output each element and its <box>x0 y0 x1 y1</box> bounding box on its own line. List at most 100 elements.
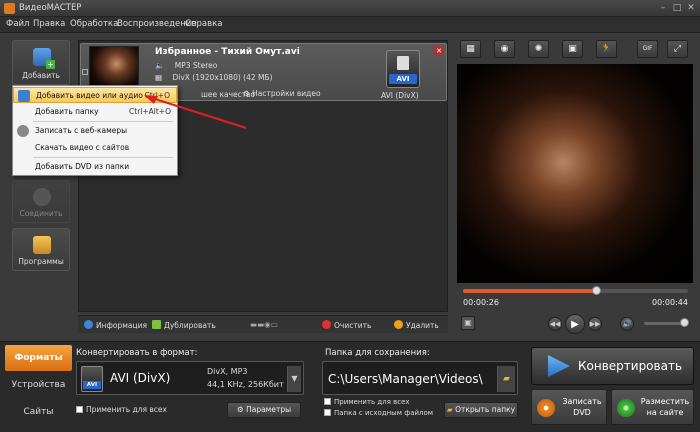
programs-icon <box>33 236 51 254</box>
audio-text: MP3 Stereo <box>174 61 218 70</box>
dd-item-label: Добавить папку <box>35 107 99 116</box>
programs-button[interactable]: Программы <box>12 228 70 271</box>
seek-handle[interactable] <box>591 286 601 295</box>
publish-label: Разместить на сайте <box>640 397 690 417</box>
clear-label: Очистить <box>334 321 372 330</box>
format-name: AVI (DivX) <box>110 371 171 385</box>
annotation-arrow <box>144 95 247 129</box>
video-text: DivX (1920x1080) (42 МБ) <box>172 73 273 82</box>
video-plus-icon <box>18 90 30 102</box>
menu-file[interactable]: Файл <box>6 19 29 29</box>
burn-dvd-button[interactable]: Записать DVD <box>531 389 607 425</box>
volume-icon[interactable]: 🔊 <box>620 317 634 331</box>
film-icon: ▦ <box>155 73 163 82</box>
folder-path-box[interactable]: C:\Users\Manager\Videos\ ▰ <box>322 361 518 395</box>
menu-help[interactable]: Справка <box>185 19 222 29</box>
burn-dvd-label: Записать DVD <box>562 397 602 417</box>
watermark-icon[interactable]: ▣ <box>562 40 583 58</box>
window-title: ВидеоМАСТЕР <box>19 3 82 13</box>
folder-path: C:\Users\Manager\Videos\ <box>328 372 483 386</box>
audio-info: 🔈 MP3 Stereo <box>155 61 217 70</box>
globe-icon <box>617 399 635 417</box>
file-thumbnail <box>89 46 139 90</box>
file-checkbox[interactable] <box>82 69 88 75</box>
publish-button[interactable]: Разместить на сайте <box>611 389 694 425</box>
volume-handle[interactable] <box>680 318 689 327</box>
duplicate-button[interactable]: Дублировать <box>152 320 216 330</box>
close-button[interactable]: ✕ <box>686 3 696 13</box>
clear-button[interactable]: Очистить <box>322 320 371 330</box>
join-icon <box>33 188 51 206</box>
preview-toolbar: ▦ ◉ ✺ ▣ 🏃 GIF ⤢ <box>457 40 693 60</box>
list-toolbar: Информация Дублировать ▬▬◉▭ Очистить Уда… <box>78 315 448 333</box>
snapshot-icon[interactable]: ▣ <box>461 316 475 330</box>
info-button[interactable]: Информация <box>84 320 147 330</box>
convert-format-label: Конвертировать в формат: <box>76 348 198 358</box>
tab-formats[interactable]: Форматы <box>5 345 72 371</box>
info-icon <box>84 320 93 329</box>
play-icon[interactable]: ▶ <box>565 314 585 334</box>
file-name: Избранное - Тихий Омут.avi <box>155 47 300 57</box>
dvd-icon <box>537 399 555 417</box>
crop-icon[interactable]: ▦ <box>460 40 481 58</box>
time-current: 00:00:26 <box>463 298 499 307</box>
open-folder-button[interactable]: ▰ Открыть папку <box>444 402 518 418</box>
delete-button[interactable]: Удалить <box>394 320 439 330</box>
tab-devices[interactable]: Устройства <box>5 372 72 398</box>
apply-all-folder-label: Применить для всех <box>334 398 410 406</box>
film-reel-icon <box>397 56 409 70</box>
params-label: Параметры <box>246 405 292 414</box>
tab-sites[interactable]: Сайты <box>5 399 72 425</box>
chevron-down-icon[interactable]: ▼ <box>287 366 301 392</box>
next-frame-icon[interactable]: ▶▶ <box>588 317 602 331</box>
format-audio: 44,1 KHz, 256Кбит <box>207 380 284 389</box>
format-codec: DivX, MP3 <box>207 367 248 376</box>
dd-add-dvd[interactable]: Добавить DVD из папки <box>13 159 177 175</box>
source-folder-option[interactable]: Папка с исходным файлом <box>324 409 433 417</box>
prev-frame-icon[interactable]: ◀◀ <box>548 317 562 331</box>
convert-button[interactable]: Конвертировать <box>531 347 694 385</box>
save-folder-label: Папка для сохранения: <box>325 348 430 358</box>
open-folder-icon: ▰ <box>446 405 453 414</box>
apply-all-folder-checkbox[interactable] <box>324 398 331 405</box>
dd-download-sites[interactable]: Скачать видео с сайтов <box>13 140 177 156</box>
video-preview <box>457 64 693 283</box>
menu-process[interactable]: Обработка <box>70 19 118 29</box>
seek-progress <box>463 289 596 293</box>
add-button[interactable]: + Добавить <box>12 40 70 85</box>
plus-icon: + <box>46 60 55 69</box>
remove-file-icon[interactable]: ✕ <box>434 46 444 56</box>
apply-all-formats[interactable]: Применить для всех <box>76 405 167 414</box>
format-badge-small: AVI <box>81 366 103 392</box>
brightness-icon[interactable]: ✺ <box>528 40 549 58</box>
delete-label: Удалить <box>406 321 439 330</box>
menu-edit[interactable]: Правка <box>33 19 65 29</box>
order-toggle-icon[interactable]: ▬▬◉▭ <box>250 320 278 329</box>
maximize-button[interactable]: □ <box>672 3 682 13</box>
programs-label: Программы <box>18 257 64 266</box>
folder-icon[interactable]: ▰ <box>497 366 515 392</box>
minimize-button[interactable]: – <box>658 3 668 13</box>
format-selector[interactable]: AVI AVI (DivX) DivX, MP3 44,1 KHz, 256Кб… <box>76 361 304 395</box>
gif-button[interactable]: GIF <box>637 40 658 58</box>
params-button[interactable]: ⚙ Параметры <box>227 402 301 418</box>
dd-item-label: Добавить видео или аудио <box>36 91 143 100</box>
effects-icon[interactable]: ◉ <box>494 40 515 58</box>
speed-icon[interactable]: 🏃 <box>596 40 617 58</box>
dd-item-label: Добавить DVD из папки <box>35 162 130 171</box>
time-total: 00:00:44 <box>652 298 688 307</box>
add-label: Добавить <box>22 71 60 80</box>
fullscreen-icon[interactable]: ⤢ <box>667 40 688 58</box>
video-settings-label: Настройки видео <box>252 89 321 98</box>
open-folder-label: Открыть папку <box>455 405 516 414</box>
dd-separator <box>33 157 173 158</box>
apply-all-folder[interactable]: Применить для всех <box>324 398 410 406</box>
app-icon <box>4 3 15 14</box>
apply-all-checkbox[interactable] <box>76 406 83 413</box>
format-badge-box[interactable]: AVI <box>386 50 420 88</box>
source-folder-checkbox[interactable] <box>324 409 331 416</box>
duplicate-label: Дублировать <box>164 321 216 330</box>
join-button[interactable]: Соединить <box>12 180 70 223</box>
video-settings[interactable]: ⚙ Настройки видео <box>243 89 321 98</box>
video-info: ▦ DivX (1920x1080) (42 МБ) <box>155 73 273 82</box>
